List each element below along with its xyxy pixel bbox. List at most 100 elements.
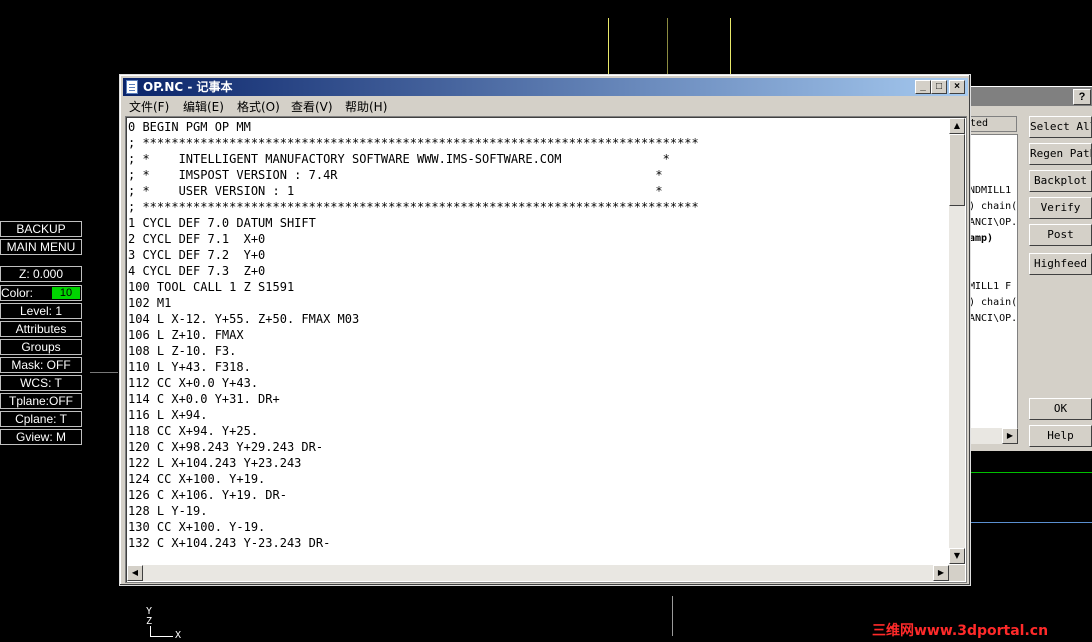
scroll-left-icon[interactable]: ◀ <box>127 565 143 581</box>
menu-edit[interactable]: 编辑(E) <box>183 98 224 115</box>
attributes-button[interactable]: Attributes <box>0 321 82 337</box>
level-label: Level: 1 <box>19 304 63 318</box>
code-line: 110 L Y+43. F318. <box>128 360 251 374</box>
dialog-titlebar: ? <box>961 87 1092 106</box>
text-editor[interactable]: 0 BEGIN PGM OP MM ; ********************… <box>125 116 967 583</box>
code-line: 118 CC X+94. Y+25. <box>128 424 259 438</box>
mask-label: Mask: OFF <box>11 358 71 372</box>
watermark-text: 三维网www.3dportal.cn <box>872 623 1049 639</box>
level-button[interactable]: Level: 1 <box>0 303 82 319</box>
ok-button[interactable]: OK <box>1029 398 1092 420</box>
color-label: Color: <box>1 286 34 300</box>
gview-button[interactable]: Gview: M <box>0 429 82 445</box>
color-button[interactable]: Color: 10 <box>0 285 82 301</box>
operations-list[interactable]: NDMILL1 ) chain( ANCI\OP. amp) MILL1 F )… <box>968 134 1018 432</box>
code-line: 126 C X+106. Y+19. DR- <box>128 488 287 502</box>
tplane-label: Tplane:OFF <box>8 394 74 408</box>
mask-button[interactable]: Mask: OFF <box>0 357 82 373</box>
scroll-right-icon[interactable]: ▶ <box>933 565 949 581</box>
close-button[interactable]: × <box>949 80 965 94</box>
backup-button[interactable]: BACKUP <box>0 221 82 237</box>
backup-label: BACKUP <box>16 222 66 236</box>
code-line: 122 L X+104.243 Y+23.243 <box>128 456 302 470</box>
cad-line <box>730 18 731 74</box>
list-item: ) chain( <box>969 201 1018 212</box>
list-item: NDMILL1 <box>969 185 1012 196</box>
highfeed-button[interactable]: Highfeed <box>1029 253 1092 275</box>
code-line: 130 CC X+100. Y-19. <box>128 520 266 534</box>
code-line: ; **************************************… <box>128 200 699 214</box>
code-line: 106 L Z+10. FMAX <box>128 328 244 342</box>
list-item: MILL1 F <box>969 281 1012 292</box>
axis-triad-icon <box>150 626 173 637</box>
list-item: ANCI\OP. <box>969 217 1018 228</box>
code-line: ; * INTELLIGENT MANUFACTORY SOFTWARE WWW… <box>128 152 670 166</box>
code-line: ; * USER VERSION : 1 * <box>128 184 663 198</box>
code-line: 2 CYCL DEF 7.1 X+0 <box>128 232 266 246</box>
notepad-window: OP.NC - 记事本 _ □ × 文件(F) 编辑(E) 格式(O) 查看(V… <box>119 74 971 586</box>
code-line: 108 L Z-10. F3. <box>128 344 237 358</box>
cplane-button[interactable]: Cplane: T <box>0 411 82 427</box>
menu-view[interactable]: 查看(V) <box>291 98 333 115</box>
code-line: 120 C X+98.243 Y+29.243 DR- <box>128 440 324 454</box>
wcs-label: WCS: T <box>20 376 62 390</box>
scroll-right-icon[interactable]: ▶ <box>1002 428 1018 444</box>
menu-format[interactable]: 格式(O) <box>237 98 280 115</box>
vertical-scrollbar[interactable]: ▲ ▼ <box>949 118 965 564</box>
code-line: 104 L X-12. Y+55. Z+50. FMAX M03 <box>128 312 360 326</box>
maximize-button[interactable]: □ <box>931 80 947 94</box>
notepad-icon <box>126 80 138 94</box>
cad-line <box>672 596 673 636</box>
help-button[interactable]: Help <box>1029 425 1092 447</box>
post-button[interactable]: Post <box>1029 224 1092 246</box>
cad-line <box>971 522 1092 523</box>
code-line: ; **************************************… <box>128 136 699 150</box>
z-depth-label: Z: 0.000 <box>18 267 64 281</box>
menu-file[interactable]: 文件(F) <box>129 98 169 115</box>
code-line: 116 L X+94. <box>128 408 208 422</box>
cad-line <box>90 372 118 373</box>
code-line: 128 L Y-19. <box>128 504 208 518</box>
minimize-button[interactable]: _ <box>915 80 931 94</box>
list-item: ) chain( <box>969 297 1018 308</box>
tplane-button[interactable]: Tplane:OFF <box>0 393 82 409</box>
code-line: 100 TOOL CALL 1 Z S1591 <box>128 280 295 294</box>
color-swatch: 10 <box>52 287 80 299</box>
menu-help[interactable]: 帮助(H) <box>345 98 387 115</box>
axis-x-label: X <box>175 630 182 641</box>
window-title: OP.NC - 记事本 <box>143 80 233 94</box>
groups-button[interactable]: Groups <box>0 339 82 355</box>
list-item <box>969 151 1017 167</box>
scroll-up-icon[interactable]: ▲ <box>949 118 965 134</box>
backplot-button[interactable]: Backplot <box>1029 170 1092 192</box>
code-line: 3 CYCL DEF 7.2 Y+0 <box>128 248 266 262</box>
z-depth-button[interactable]: Z: 0.000 <box>0 266 82 282</box>
scroll-down-icon[interactable]: ▼ <box>949 548 965 564</box>
cad-line <box>667 18 668 74</box>
list-item <box>969 135 1017 151</box>
list-hscroll[interactable]: ▶ <box>968 428 1018 444</box>
main-menu-button[interactable]: MAIN MENU <box>0 239 82 255</box>
scroll-thumb[interactable] <box>949 134 965 206</box>
nc-code: 0 BEGIN PGM OP MM ; ********************… <box>128 119 948 563</box>
code-line: ; * IMSPOST VERSION : 7.4R * <box>128 168 663 182</box>
regen-path-button[interactable]: Regen Path <box>1029 143 1092 165</box>
code-line: 102 M1 <box>128 296 172 310</box>
code-line: 4 CYCL DEF 7.3 Z+0 <box>128 264 266 278</box>
code-line: 132 C X+104.243 Y-23.243 DR- <box>128 536 331 550</box>
code-line: 0 BEGIN PGM OP MM <box>128 120 251 134</box>
list-item <box>969 167 1017 183</box>
resize-grip-icon[interactable] <box>949 565 965 581</box>
notepad-titlebar[interactable]: OP.NC - 记事本 _ □ × <box>123 78 968 96</box>
gview-label: Gview: M <box>15 430 66 444</box>
code-line: 114 C X+0.0 Y+31. DR+ <box>128 392 280 406</box>
attributes-label: Attributes <box>15 322 67 336</box>
help-question-button[interactable]: ? <box>1073 89 1091 105</box>
list-item: ANCI\OP. <box>969 313 1018 324</box>
wcs-button[interactable]: WCS: T <box>0 375 82 391</box>
code-line: 124 CC X+100. Y+19. <box>128 472 266 486</box>
main-menu-label: MAIN MENU <box>6 240 76 254</box>
verify-button[interactable]: Verify <box>1029 197 1092 219</box>
select-all-button[interactable]: Select All <box>1029 116 1092 138</box>
horizontal-scrollbar[interactable]: ◀ ▶ <box>127 565 949 581</box>
